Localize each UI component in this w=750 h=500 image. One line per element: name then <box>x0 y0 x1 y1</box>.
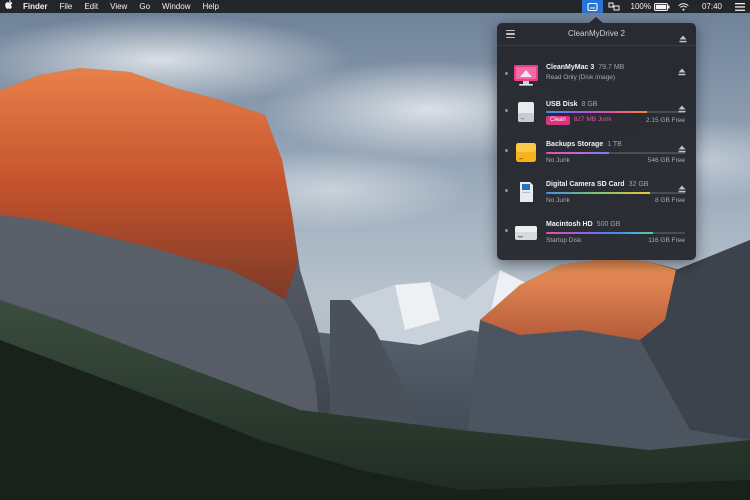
disk-status: Startup Disk <box>546 237 582 244</box>
eject-icon[interactable] <box>678 63 686 81</box>
popover-header: CleanMyDrive 2 <box>497 23 696 46</box>
clean-button[interactable]: Clean <box>546 116 570 125</box>
eject-icon[interactable] <box>678 140 686 158</box>
disk-free-space: 8 GB Free <box>655 197 685 204</box>
disk-usage-bar <box>546 192 685 194</box>
disk-row-macintosh-hd[interactable]: Macintosh HD 500 GB Startup Disk 116 GB F… <box>497 214 696 250</box>
usb-drive-icon <box>518 102 534 122</box>
disk-usage-bar <box>546 111 685 113</box>
disk-row-cleanmymac[interactable]: CleanMyMac 3 79.7 MB Read Only (Disk imag… <box>497 57 696 93</box>
eject-all-icon[interactable] <box>679 30 687 48</box>
disk-usage-bar <box>546 232 685 234</box>
disk-name: Macintosh HD 500 GB <box>546 221 621 228</box>
disk-usage-fill <box>546 111 648 113</box>
disk-indicator-dot <box>505 149 508 152</box>
disk-size: 8 GB <box>581 101 598 108</box>
disk-status: Read Only (Disk image) <box>546 74 615 81</box>
disk-usage-fill <box>546 192 651 194</box>
disk-name: Digital Camera SD Card 32 GB <box>546 181 649 188</box>
battery-status[interactable]: 100% <box>625 0 673 13</box>
disk-indicator-dot <box>505 72 508 75</box>
disk-indicator-dot <box>505 189 508 192</box>
disk-image-icon <box>514 65 538 86</box>
menu-go[interactable]: Go <box>133 0 156 13</box>
battery-icon <box>653 2 670 11</box>
disk-row-sd-card[interactable]: Digital Camera SD Card 32 GB No Junk 8 GB… <box>497 174 696 210</box>
menu-help[interactable]: Help <box>196 0 224 13</box>
disk-usage-bar <box>546 152 685 154</box>
cleanmydrive-menu-icon[interactable] <box>581 0 603 13</box>
disk-row-usb-disk[interactable]: USB Disk 8 GB Clean 827 MB Junk 2.15 GB Fr… <box>497 94 696 130</box>
notification-center-icon[interactable] <box>730 0 750 13</box>
disk-name: Backups Storage 1 TB <box>546 141 622 148</box>
menu-bar: Finder File Edit View Go Window Help 100… <box>0 0 750 13</box>
clock[interactable]: 07:40 <box>694 0 730 13</box>
disk-indicator-dot <box>505 109 508 112</box>
eject-icon[interactable] <box>678 180 686 198</box>
eject-icon[interactable] <box>678 100 686 118</box>
disk-usage-fill <box>546 232 654 234</box>
disk-row-backups-storage[interactable]: Backups Storage 1 TB No Junk 546 GB Free <box>497 134 696 170</box>
external-drive-icon <box>516 143 536 162</box>
disk-status: No Junk <box>546 197 570 204</box>
clock-time: 07:40 <box>701 2 722 11</box>
disk-free-space: 116 GB Free <box>648 237 685 244</box>
wifi-icon[interactable] <box>673 0 694 13</box>
menu-finder[interactable]: Finder <box>18 0 53 13</box>
disk-indicator-dot <box>505 229 508 232</box>
disk-size: 79.7 MB <box>598 64 625 71</box>
disk-status: No Junk <box>546 157 570 164</box>
sd-card-icon <box>520 182 533 202</box>
disk-size: 1 TB <box>607 141 622 148</box>
messages-menu-icon[interactable] <box>603 0 625 13</box>
disk-name: USB Disk 8 GB <box>546 101 598 108</box>
popover-title: CleanMyDrive 2 <box>568 29 625 38</box>
disk-free-space: 2.15 GB Free <box>645 117 685 124</box>
apple-menu-icon[interactable] <box>0 0 18 13</box>
menu-file[interactable]: File <box>53 0 78 13</box>
menu-edit[interactable]: Edit <box>78 0 104 13</box>
disk-size: 500 GB <box>596 221 621 228</box>
disk-status: Clean 827 MB Junk <box>546 116 612 125</box>
internal-drive-icon <box>515 226 537 240</box>
junk-size: 827 MB Junk <box>573 116 612 123</box>
cleanmydrive-popover: CleanMyDrive 2 CleanMyMac 3 79.7 MB Read … <box>497 17 696 260</box>
disk-free-space: 546 GB Free <box>647 157 685 164</box>
battery-percent: 100% <box>630 2 651 11</box>
disk-usage-fill <box>546 152 609 154</box>
disk-size: 32 GB <box>628 181 649 188</box>
disk-name: CleanMyMac 3 79.7 MB <box>546 64 625 71</box>
menu-view[interactable]: View <box>104 0 133 13</box>
menu-window[interactable]: Window <box>156 0 196 13</box>
